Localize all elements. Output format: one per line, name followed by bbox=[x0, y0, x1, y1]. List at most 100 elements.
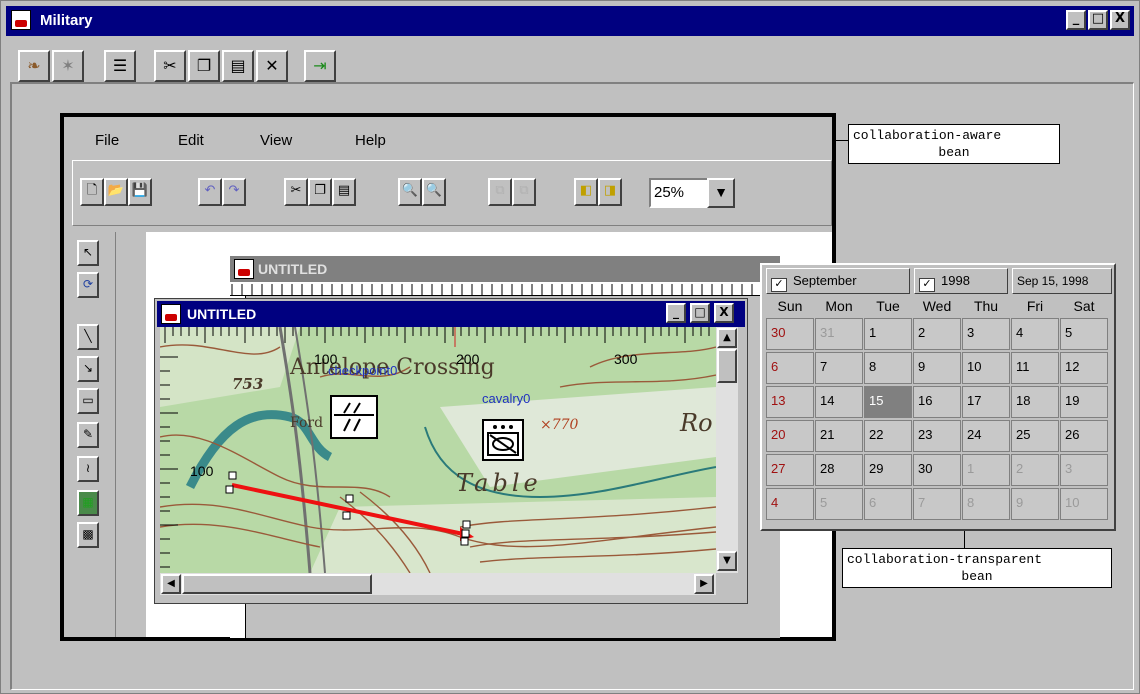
calendar-day[interactable]: 4 bbox=[1011, 318, 1059, 350]
properties-icon[interactable]: ☰ bbox=[104, 50, 136, 82]
calendar-day[interactable]: 1 bbox=[864, 318, 912, 350]
calendar-day[interactable]: 24 bbox=[962, 420, 1010, 452]
open-folder-icon[interactable]: 📂 bbox=[104, 178, 128, 206]
calendar-day[interactable]: 3 bbox=[1060, 454, 1108, 486]
calendar-day[interactable]: 12 bbox=[1060, 352, 1108, 384]
calendar-day[interactable]: 10 bbox=[1060, 488, 1108, 520]
calendar-day[interactable]: 19 bbox=[1060, 386, 1108, 418]
calendar-day[interactable]: 10 bbox=[962, 352, 1010, 384]
copy-icon[interactable]: ❐ bbox=[188, 50, 220, 82]
group-icon[interactable]: ⧉ bbox=[488, 178, 512, 206]
scroll-right-icon[interactable]: ▶ bbox=[694, 574, 714, 594]
collaborate-icon[interactable]: ❧ bbox=[18, 50, 50, 82]
calendar-day[interactable]: 17 bbox=[962, 386, 1010, 418]
minimize-button[interactable]: _ bbox=[1066, 10, 1086, 30]
line-tool-icon[interactable]: ╲ bbox=[77, 324, 99, 350]
cavalry-label[interactable]: cavalry0 bbox=[482, 391, 530, 406]
vertical-scrollbar[interactable]: ▲ ▼ bbox=[716, 327, 738, 573]
map-tool-icon[interactable]: ▦ bbox=[77, 490, 99, 516]
topographic-map[interactable]: Antelope Crossing checkpoint0 cavalry0 F… bbox=[160, 327, 716, 573]
menu-help[interactable]: Help bbox=[355, 132, 386, 149]
calendar-day[interactable]: 1 bbox=[962, 454, 1010, 486]
scroll-up-icon[interactable]: ▲ bbox=[717, 328, 737, 348]
bring-front-icon[interactable]: ◧ bbox=[574, 178, 598, 206]
calendar-day[interactable]: 16 bbox=[913, 386, 961, 418]
calendar-day[interactable]: 13 bbox=[766, 386, 814, 418]
ungroup-icon[interactable]: ⧉ bbox=[512, 178, 536, 206]
calendar-day[interactable]: 26 bbox=[1060, 420, 1108, 452]
calendar-day[interactable]: 2 bbox=[913, 318, 961, 350]
calendar-day[interactable]: 6 bbox=[864, 488, 912, 520]
menu-view[interactable]: View bbox=[260, 132, 292, 149]
calendar-day[interactable]: 30 bbox=[913, 454, 961, 486]
year-select[interactable]: ✓ 1998 bbox=[914, 268, 1008, 294]
cavalry-symbol[interactable] bbox=[482, 419, 524, 461]
calendar-day[interactable]: 4 bbox=[766, 488, 814, 520]
curve-tool-icon[interactable]: ≀ bbox=[77, 456, 99, 482]
calendar-day[interactable]: 22 bbox=[864, 420, 912, 452]
arrow-tool-icon[interactable]: ↘ bbox=[77, 356, 99, 382]
scroll-left-icon[interactable]: ◀ bbox=[161, 574, 181, 594]
delete-icon[interactable]: ✕ bbox=[256, 50, 288, 82]
calendar-day[interactable]: 8 bbox=[962, 488, 1010, 520]
calendar-day[interactable]: 6 bbox=[766, 352, 814, 384]
zoom-out-icon[interactable]: 🔍 bbox=[422, 178, 446, 206]
calendar-day[interactable]: 2 bbox=[1011, 454, 1059, 486]
front-window-title-bar[interactable]: UNTITLED bbox=[157, 301, 745, 327]
disconnect-icon[interactable]: ✶ bbox=[52, 50, 84, 82]
calendar-day[interactable]: 9 bbox=[913, 352, 961, 384]
paste-icon[interactable]: ▤ bbox=[222, 50, 254, 82]
undo-icon[interactable]: ↶ bbox=[198, 178, 222, 206]
save-icon[interactable]: 💾 bbox=[128, 178, 152, 206]
calendar-day[interactable]: 15 bbox=[864, 386, 912, 418]
calendar-day[interactable]: 23 bbox=[913, 420, 961, 452]
title-bar[interactable]: Military _ □ X bbox=[6, 6, 1134, 36]
redo-icon[interactable]: ↷ bbox=[222, 178, 246, 206]
checkpoint-symbol[interactable] bbox=[330, 395, 378, 439]
zoom-select[interactable]: 25% bbox=[649, 178, 709, 208]
select-tool-icon[interactable]: ↖ bbox=[77, 240, 99, 266]
maximize-button[interactable]: □ bbox=[1088, 10, 1108, 30]
calendar-day[interactable]: 7 bbox=[913, 488, 961, 520]
minimize-button[interactable]: _ bbox=[666, 303, 686, 323]
chevron-down-icon[interactable]: ▼ bbox=[707, 178, 735, 208]
close-button[interactable]: X bbox=[1110, 10, 1130, 30]
calendar-day[interactable]: 28 bbox=[815, 454, 863, 486]
calendar-day[interactable]: 27 bbox=[766, 454, 814, 486]
calendar-day[interactable]: 11 bbox=[1011, 352, 1059, 384]
calendar-day[interactable]: 7 bbox=[815, 352, 863, 384]
cut-icon[interactable]: ✂ bbox=[284, 178, 308, 206]
calendar-day[interactable]: 20 bbox=[766, 420, 814, 452]
calendar-day[interactable]: 3 bbox=[962, 318, 1010, 350]
back-window-title-bar[interactable]: UNTITLED bbox=[230, 256, 780, 282]
unit-symbol-tool-icon[interactable]: ▩ bbox=[77, 522, 99, 548]
calendar-day[interactable]: 14 bbox=[815, 386, 863, 418]
calendar-day[interactable]: 9 bbox=[1011, 488, 1059, 520]
scroll-thumb[interactable] bbox=[182, 574, 372, 594]
month-select[interactable]: ✓ September bbox=[766, 268, 910, 294]
paste-icon[interactable]: ▤ bbox=[332, 178, 356, 206]
checkpoint-label[interactable]: checkpoint0 bbox=[328, 363, 397, 378]
calendar-day[interactable]: 18 bbox=[1011, 386, 1059, 418]
rectangle-tool-icon[interactable]: ▭ bbox=[77, 388, 99, 414]
scroll-down-icon[interactable]: ▼ bbox=[717, 551, 737, 571]
new-file-icon[interactable]: 🗋 bbox=[80, 178, 104, 206]
scroll-thumb[interactable] bbox=[717, 349, 737, 383]
maximize-button[interactable]: □ bbox=[690, 303, 710, 323]
calendar-day[interactable]: 30 bbox=[766, 318, 814, 350]
calendar-day[interactable]: 5 bbox=[1060, 318, 1108, 350]
calendar-day[interactable]: 29 bbox=[864, 454, 912, 486]
close-button[interactable]: X bbox=[714, 303, 734, 323]
cut-icon[interactable]: ✂ bbox=[154, 50, 186, 82]
send-back-icon[interactable]: ◨ bbox=[598, 178, 622, 206]
calendar-day[interactable]: 25 bbox=[1011, 420, 1059, 452]
calendar-day[interactable]: 8 bbox=[864, 352, 912, 384]
horizontal-scrollbar[interactable]: ◀ ▶ bbox=[160, 573, 716, 595]
exit-icon[interactable]: ⇥ bbox=[304, 50, 336, 82]
calendar-day[interactable]: 21 bbox=[815, 420, 863, 452]
calendar-day[interactable]: 5 bbox=[815, 488, 863, 520]
calendar-day[interactable]: 31 bbox=[815, 318, 863, 350]
menu-file[interactable]: File bbox=[95, 132, 119, 149]
pencil-tool-icon[interactable]: ✎ bbox=[77, 422, 99, 448]
rotate-tool-icon[interactable]: ⟳ bbox=[77, 272, 99, 298]
